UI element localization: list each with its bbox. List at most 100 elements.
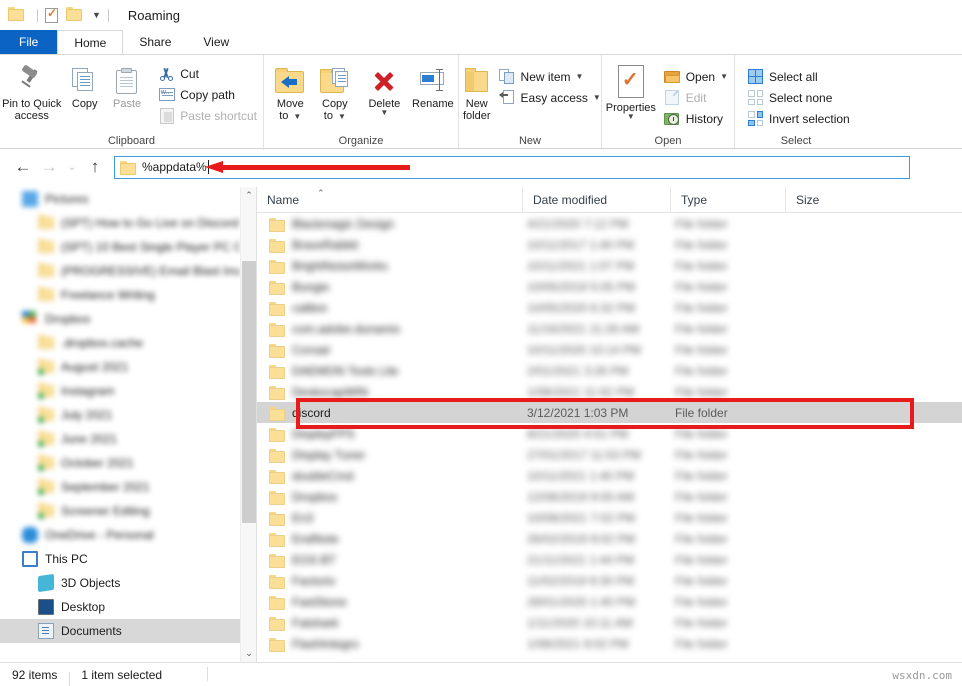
- chevron-down-icon[interactable]: ▼: [593, 93, 601, 102]
- sidebar-item-desktop[interactable]: Desktop: [0, 595, 240, 619]
- table-row[interactable]: Bungie 10/05/2019 5:05 PM File folder: [257, 276, 962, 297]
- table-row[interactable]: BrightNoiseWorks 10/11/2021 1:07 PM File f…: [257, 255, 962, 276]
- pin-to-quick-access-button[interactable]: Pin to Quick access: [0, 60, 64, 122]
- table-row[interactable]: DisplayFPS 8/21/2020 4:51 PM File folder: [257, 423, 962, 444]
- sidebar-item-october-2021[interactable]: October 2021: [0, 451, 240, 475]
- move-to-button[interactable]: Move to ▼: [268, 60, 313, 123]
- select-all-label: Select all: [769, 69, 818, 84]
- paste-shortcut-button[interactable]: Paste shortcut: [152, 105, 263, 126]
- table-row[interactable]: Blackmagic Design 4/21/2020 7:12 PM File f…: [257, 213, 962, 234]
- cut-button[interactable]: Cut: [152, 63, 263, 84]
- sidebar-item-july-2021[interactable]: July 2021: [0, 403, 240, 427]
- rename-button[interactable]: Rename: [408, 60, 458, 110]
- paste-button[interactable]: Paste: [106, 60, 148, 110]
- new-item-button[interactable]: New item ▼: [493, 66, 607, 87]
- sidebar-item-september-2021[interactable]: September 2021: [0, 475, 240, 499]
- table-row[interactable]: BraveRabbit 10/11/2017 1:40 PM File folder: [257, 234, 962, 255]
- tab-home[interactable]: Home: [57, 30, 124, 55]
- copy-button[interactable]: Copy: [64, 60, 106, 110]
- sidebar-item-august-2021[interactable]: August 2021: [0, 355, 240, 379]
- sidebar-item-screener-editing[interactable]: Screener Editing: [0, 499, 240, 523]
- new-folder-button[interactable]: New folder: [463, 60, 491, 122]
- table-row[interactable]: FastStone 28/01/2020 1:40 PM File folder: [257, 591, 962, 612]
- delete-button[interactable]: Delete ▼: [361, 60, 408, 117]
- paste-shortcut-icon: [158, 107, 175, 124]
- table-row[interactable]: doubleCmd 10/11/2021 1:40 PM File folder: [257, 465, 962, 486]
- up-button[interactable]: ↑: [82, 154, 108, 180]
- table-row[interactable]: Corsair 10/11/2020 10:14 PM File folder: [257, 339, 962, 360]
- sidebar-item-dropbox[interactable]: Dropbox: [0, 307, 240, 331]
- properties-button[interactable]: ✓ Properties ▼: [604, 60, 658, 121]
- sidebar-item-onedrive-personal[interactable]: OneDrive - Personal: [0, 523, 240, 547]
- scroll-up-icon[interactable]: ⌃: [241, 187, 256, 204]
- table-row[interactable]: En3 10/08/2021 7:02 PM File folder: [257, 507, 962, 528]
- invert-selection-button[interactable]: Invert selection: [741, 108, 856, 129]
- group-label-select: Select: [780, 135, 812, 147]
- column-header-type[interactable]: Type: [670, 187, 785, 213]
- sidebar-item-instagram[interactable]: Instagram: [0, 379, 240, 403]
- nav-scrollbar[interactable]: ⌃ ⌄: [240, 187, 256, 662]
- sidebar-item-spt-10-best-single-player-pc-games-for[interactable]: (SPT) 10 Best Single Player PC Games for: [0, 235, 240, 259]
- table-row[interactable]: Factorio 11/02/2019 9:30 PM File folder: [257, 570, 962, 591]
- table-row[interactable]: EOS BT 21/11/2021 1:44 PM File folder: [257, 549, 962, 570]
- column-header-size[interactable]: Size: [785, 187, 865, 213]
- table-row[interactable]: EndNote 26/02/2019 9:02 PM File folder: [257, 528, 962, 549]
- sidebar-item-label: September 2021: [61, 480, 150, 494]
- edit-button[interactable]: Edit: [658, 87, 734, 108]
- table-row[interactable]: Display Tuner 27/01/2017 11:53 PM File fol…: [257, 444, 962, 465]
- sidebar-item-spt-how-to-go-live-on-discord[interactable]: (SPT) How to Go Live on Discord: [0, 211, 240, 235]
- file-date-modified: 21/11/2021 1:44 PM: [527, 552, 635, 567]
- copy-path-button[interactable]: w.. Copy path: [152, 84, 263, 105]
- chevron-down-icon[interactable]: ▼: [627, 113, 635, 121]
- folder-icon: [269, 637, 285, 652]
- table-row[interactable]: FlashIntegro 1/08/2021 9:02 PM File folder: [257, 633, 962, 654]
- chevron-down-icon[interactable]: ▼: [338, 112, 346, 121]
- scissors-icon: [158, 65, 175, 82]
- sidebar-item-pictures[interactable]: Pictures: [0, 187, 240, 211]
- table-row[interactable]: DeskscapWIN 1/08/2021 11:02 PM File folder: [257, 381, 962, 402]
- tab-view[interactable]: View: [187, 30, 245, 54]
- chevron-down-icon[interactable]: ▼: [380, 109, 388, 117]
- easy-access-button[interactable]: Easy access ▼: [493, 87, 607, 108]
- chevron-down-icon[interactable]: ▼: [293, 112, 301, 121]
- scroll-down-icon[interactable]: ⌄: [241, 645, 256, 662]
- invert-selection-label: Invert selection: [769, 111, 850, 126]
- column-header-name[interactable]: Name ⌃: [257, 187, 522, 213]
- recent-locations-button[interactable]: ⌄: [62, 154, 82, 180]
- open-button[interactable]: Open ▼: [658, 66, 734, 87]
- select-none-button[interactable]: Select none: [741, 87, 856, 108]
- history-button[interactable]: History: [658, 108, 734, 129]
- table-row[interactable]: DAEMON Tools Lite 2/01/2021 3:26 PM File f…: [257, 360, 962, 381]
- chevron-down-icon[interactable]: ▼: [720, 72, 728, 81]
- select-all-button[interactable]: Select all: [741, 66, 856, 87]
- sidebar-item-this-pc[interactable]: This PC: [0, 547, 240, 571]
- column-header-date[interactable]: Date modified: [522, 187, 670, 213]
- forward-button[interactable]: →: [36, 154, 62, 180]
- tab-share[interactable]: Share: [123, 30, 187, 54]
- table-row[interactable]: discord 3/12/2021 1:03 PM File folder: [257, 402, 962, 423]
- sidebar-item-documents[interactable]: Documents: [0, 619, 240, 643]
- new-folder-icon[interactable]: [66, 7, 82, 23]
- file-name: EOS BT: [292, 552, 337, 567]
- sidebar-item-progressive-email-blast-images[interactable]: (PROGRESSIVE) Email Blast Images: [0, 259, 240, 283]
- back-button[interactable]: ←: [10, 154, 36, 180]
- table-row[interactable]: com.adobe.dunamis 11/16/2021 11:26 AM File…: [257, 318, 962, 339]
- table-row[interactable]: calibre 10/05/2020 6:32 PM File folder: [257, 297, 962, 318]
- copy-to-button[interactable]: Copy to ▼: [313, 60, 358, 123]
- quick-access-folder-icon[interactable]: [8, 7, 24, 23]
- file-date-modified: 1/08/2021 9:02 PM: [527, 636, 629, 651]
- chevron-down-icon[interactable]: ▼: [576, 72, 584, 81]
- new-folder-icon: [464, 64, 489, 98]
- sidebar-item-dropbox-cache[interactable]: .dropbox.cache: [0, 331, 240, 355]
- tab-file[interactable]: File: [0, 30, 58, 54]
- rename-label: Rename: [412, 98, 454, 110]
- properties-icon[interactable]: [45, 6, 58, 23]
- scrollbar-thumb[interactable]: [242, 261, 256, 523]
- table-row[interactable]: Dropbox 12/06/2019 9:00 AM File folder: [257, 486, 962, 507]
- sidebar-item-june-2021[interactable]: June 2021: [0, 427, 240, 451]
- file-name: Display Tuner: [292, 447, 366, 462]
- table-row[interactable]: Fatshark 1/11/2020 10:11 AM File folder: [257, 612, 962, 633]
- chevron-down-icon[interactable]: ▼: [92, 10, 101, 20]
- sidebar-item-freelance-writing[interactable]: Freelance Writing: [0, 283, 240, 307]
- sidebar-item-3d-objects[interactable]: 3D Objects: [0, 571, 240, 595]
